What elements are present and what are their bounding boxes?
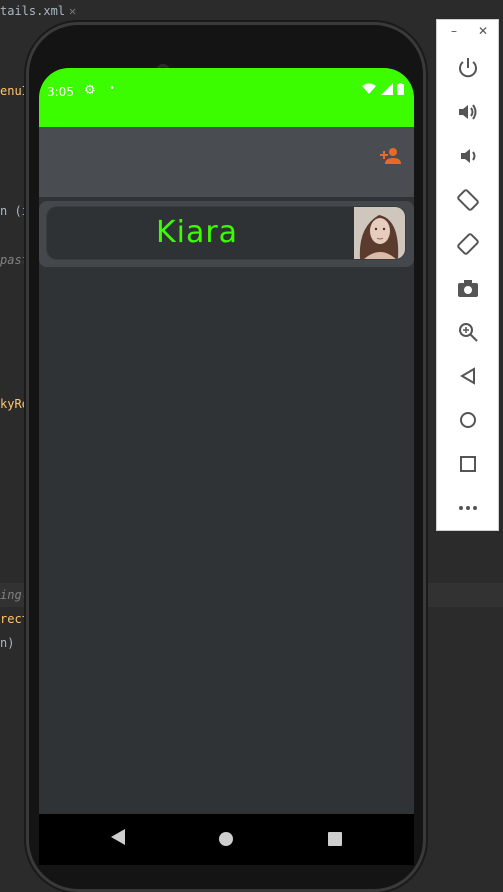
close-tab-icon[interactable]: ✕: [69, 4, 76, 18]
power-icon[interactable]: [456, 56, 480, 80]
editor-tab-label: tails.xml: [0, 4, 66, 18]
contact-name: Kiara: [155, 215, 239, 250]
recents-icon[interactable]: [328, 832, 342, 846]
contact-list-item[interactable]: Kiara: [39, 201, 414, 267]
code-fragment: n): [0, 636, 15, 650]
navigation-bar: [39, 814, 414, 865]
panel-titlebar: – ✕: [437, 20, 498, 46]
notification-dot: •: [109, 83, 115, 94]
rotate-left-icon[interactable]: [456, 188, 480, 212]
signal-icon: [380, 83, 393, 95]
avatar: [354, 207, 405, 259]
contact-card[interactable]: Kiara: [47, 207, 405, 259]
status-icons: [362, 83, 404, 98]
wifi-icon: [362, 83, 376, 94]
phone-screen: 3:05 ⚙ • Kiara: [39, 68, 414, 865]
code-fragment: ing(: [0, 588, 28, 602]
back-icon[interactable]: [456, 364, 480, 388]
code-fragment: rect: [0, 612, 28, 626]
code-fragment: kyRe: [0, 397, 28, 411]
minimize-button[interactable]: –: [451, 24, 457, 38]
status-bar: 3:05 ⚙ •: [39, 68, 414, 127]
add-user-icon[interactable]: [378, 144, 402, 168]
overview-icon[interactable]: [456, 452, 480, 476]
home-icon[interactable]: [219, 832, 233, 846]
emulator-control-panel: – ✕: [436, 19, 499, 531]
gear-icon: ⚙: [84, 83, 96, 98]
volume-down-icon[interactable]: [456, 144, 480, 168]
home-icon[interactable]: [456, 408, 480, 432]
status-time: 3:05: [47, 85, 74, 99]
zoom-icon[interactable]: [456, 320, 480, 344]
back-icon[interactable]: [111, 829, 125, 845]
code-fragment: n (i: [0, 204, 28, 218]
editor-tab[interactable]: tails.xml ✕: [0, 0, 76, 22]
app-bar: [39, 127, 414, 197]
more-icon[interactable]: [456, 496, 480, 520]
code-fragment: past: [0, 253, 28, 267]
volume-up-icon[interactable]: [456, 100, 480, 124]
close-button[interactable]: ✕: [478, 24, 488, 38]
code-fragment: enuI: [0, 84, 28, 98]
rotate-right-icon[interactable]: [456, 232, 480, 256]
battery-icon: [397, 83, 404, 95]
person-photo: [354, 207, 405, 259]
camera-icon[interactable]: [456, 276, 480, 300]
